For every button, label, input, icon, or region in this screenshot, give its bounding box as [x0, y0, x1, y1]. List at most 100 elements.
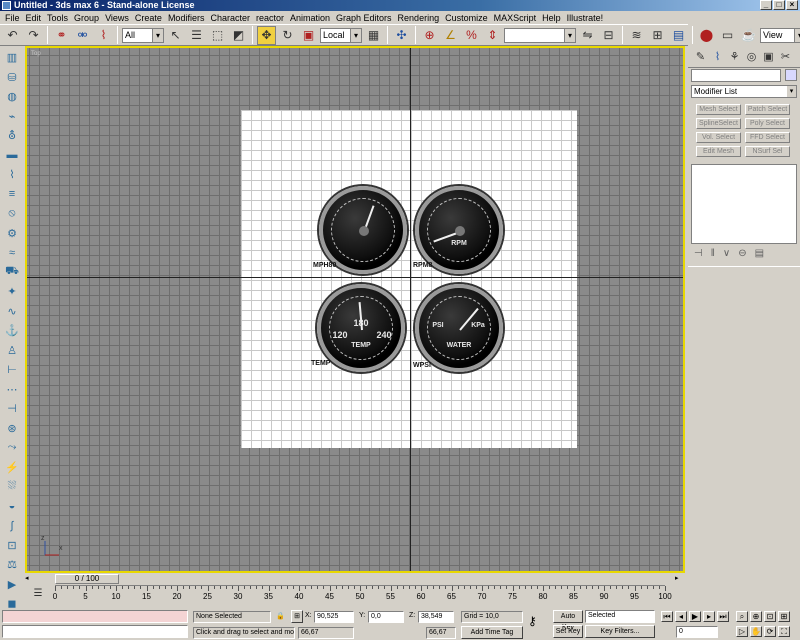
render-type-dropdown[interactable]: View — [760, 27, 800, 43]
constraint-solver-icon[interactable]: ⚓ — [3, 321, 21, 341]
modify-tab-icon[interactable]: ⌇ — [709, 48, 726, 65]
open-property-editor-icon[interactable]: ⊡ — [3, 536, 21, 556]
undo-icon[interactable]: ↶ — [3, 26, 22, 45]
analyze-world-icon[interactable]: ⚖ — [3, 555, 21, 575]
vol-select-button[interactable]: Vol. Select — [696, 132, 741, 143]
quick-render-icon[interactable]: ☕ — [739, 26, 758, 45]
soft-body-modifier-icon[interactable]: ◒ — [3, 497, 21, 517]
key-mode-icon[interactable]: ⚷ — [528, 614, 537, 628]
angle-snap-icon[interactable]: ∠ — [441, 26, 460, 45]
utilities-tab-icon[interactable]: ✂ — [777, 48, 794, 65]
angular-dashpot-icon[interactable]: ⦸ — [3, 204, 21, 224]
align-icon[interactable]: ⊟ — [599, 26, 618, 45]
make-unique-icon[interactable]: ∨ — [723, 248, 730, 259]
top-viewport[interactable]: Top MPH80 RPM RPM8 180 120 240 TEMP TEMP — [25, 46, 685, 573]
layer-manager-icon[interactable]: ≋ — [627, 26, 646, 45]
rectangular-selection-icon[interactable]: ⬚ — [208, 26, 227, 45]
pivot-point-icon[interactable]: ▦ — [364, 26, 383, 45]
maxscript-listener-mini[interactable] — [2, 610, 188, 623]
zoom-extents-all-icon[interactable]: ⊞ — [778, 611, 790, 622]
poly-select-button[interactable]: Poly Select — [745, 118, 790, 129]
lock-selection-icon[interactable]: 🔒 — [276, 612, 285, 620]
ref-coord-system-dropdown[interactable]: Local — [320, 27, 362, 43]
key-filters-button[interactable]: Key Filters... — [585, 625, 655, 638]
menu-maxscript[interactable]: MAXScript — [491, 13, 540, 23]
select-and-move-icon[interactable]: ✥ — [257, 25, 276, 45]
menu-character[interactable]: Character — [207, 13, 253, 23]
fracture-modifier-icon[interactable]: ⚡ — [3, 458, 21, 478]
menu-reactor[interactable]: reactor — [253, 13, 287, 23]
menu-file[interactable]: File — [2, 13, 23, 23]
rigid-body-collection-icon[interactable]: ▥ — [3, 48, 21, 68]
schematic-view-icon[interactable]: ▤ — [669, 26, 688, 45]
mesh-select-button[interactable]: Mesh Select — [696, 104, 741, 115]
edit-mesh-button[interactable]: Edit Mesh — [696, 146, 741, 157]
patch-select-button[interactable]: Patch Select — [745, 104, 790, 115]
redo-icon[interactable]: ↷ — [24, 26, 43, 45]
show-end-result-icon[interactable]: ‖ — [711, 248, 715, 259]
open-mini-curve-editor-icon[interactable]: ☰ — [30, 585, 46, 601]
select-by-name-icon[interactable]: ☰ — [187, 26, 206, 45]
bind-space-warp-icon[interactable]: ⌇ — [94, 26, 113, 45]
create-tab-icon[interactable]: ✎ — [692, 48, 709, 65]
maximize-viewport-icon[interactable]: ⛶ — [778, 626, 790, 637]
menu-edit[interactable]: Edit — [23, 13, 45, 23]
menu-illustrate[interactable]: Illustrate! — [564, 13, 607, 23]
key-mode-dropdown[interactable]: Selected — [585, 610, 655, 623]
viewport-label[interactable]: Top — [31, 51, 41, 57]
rag-doll-icon[interactable]: ♙ — [3, 341, 21, 361]
go-to-end-icon[interactable]: ⏭ — [717, 611, 729, 622]
zoom-icon[interactable]: ⌕ — [736, 611, 748, 622]
menu-tools[interactable]: Tools — [44, 13, 71, 23]
hierarchy-tab-icon[interactable]: ⚘ — [726, 48, 743, 65]
selection-filter-dropdown[interactable]: All — [122, 27, 164, 43]
window-crossing-icon[interactable]: ◩ — [229, 26, 248, 45]
wind-icon[interactable]: ≈ — [3, 243, 21, 263]
set-key-button[interactable]: Set Key — [553, 625, 583, 638]
select-and-rotate-icon[interactable]: ↻ — [278, 26, 297, 45]
named-selection-sets-dropdown[interactable] — [504, 27, 576, 43]
point-to-path-icon[interactable]: ⤳ — [3, 438, 21, 458]
play-animation-icon[interactable]: ▶ — [689, 611, 701, 622]
auto-key-button[interactable]: Auto Key — [553, 610, 583, 631]
gauge-texture-plane[interactable]: MPH80 RPM RPM8 180 120 240 TEMP TEMP PSI… — [241, 110, 577, 448]
maxscript-output-mini[interactable] — [2, 625, 188, 638]
menu-animation[interactable]: Animation — [287, 13, 333, 23]
render-scene-icon[interactable]: ▭ — [718, 26, 737, 45]
next-frame-icon[interactable]: ▸ — [703, 611, 715, 622]
cloth-collection-icon[interactable]: ⛁ — [3, 68, 21, 88]
pan-icon[interactable]: ✋ — [750, 626, 762, 637]
object-color-swatch[interactable] — [785, 69, 797, 81]
spinner-snap-icon[interactable]: ⇕ — [483, 26, 502, 45]
modifier-stack[interactable] — [691, 164, 797, 244]
z-coordinate-field[interactable]: 38,549 — [418, 611, 454, 623]
ffd-select-button[interactable]: FFD Select — [745, 132, 790, 143]
motion-tab-icon[interactable]: ◎ — [743, 48, 760, 65]
spline-select-button[interactable]: SplineSelect — [696, 118, 741, 129]
object-name-field[interactable] — [691, 69, 781, 82]
time-slider[interactable]: 0 / 100 — [55, 574, 119, 584]
zoom-all-icon[interactable]: ⊕ — [750, 611, 762, 622]
maximize-button[interactable]: □ — [773, 0, 785, 10]
menu-group[interactable]: Group — [71, 13, 102, 23]
remove-modifier-icon[interactable]: ⊖ — [738, 248, 746, 259]
absolute-offset-toggle[interactable]: ⊞ — [291, 610, 303, 623]
select-and-scale-icon[interactable]: ▣ — [299, 26, 318, 45]
display-tab-icon[interactable]: ▣ — [760, 48, 777, 65]
car-wheel-icon[interactable]: ⊛ — [3, 419, 21, 439]
frame-ruler[interactable]: 0 5 10 15 20 25 30 35 40 45 50 55 60 65 70 75 80 85 90 95 10… — [53, 585, 672, 601]
linear-dashpot-icon[interactable]: ≡ — [3, 185, 21, 205]
toy-car-icon[interactable]: ⛟ — [3, 263, 21, 283]
rope-collection-icon[interactable]: ⌁ — [3, 107, 21, 127]
select-and-manipulate-icon[interactable]: ✣ — [392, 26, 411, 45]
material-editor-icon[interactable]: ⬤ — [697, 26, 716, 45]
add-time-tag-button[interactable]: Add Time Tag — [461, 626, 523, 639]
next-frame-icon[interactable]: ▸ — [675, 574, 683, 583]
percent-snap-icon[interactable]: % — [462, 26, 481, 45]
menu-views[interactable]: Views — [102, 13, 132, 23]
go-to-start-icon[interactable]: ⏮ — [661, 611, 673, 622]
close-button[interactable]: × — [786, 0, 798, 10]
motor-icon[interactable]: ⚙ — [3, 224, 21, 244]
zoom-extents-icon[interactable]: ⊡ — [764, 611, 776, 622]
water-icon[interactable]: ∿ — [3, 302, 21, 322]
